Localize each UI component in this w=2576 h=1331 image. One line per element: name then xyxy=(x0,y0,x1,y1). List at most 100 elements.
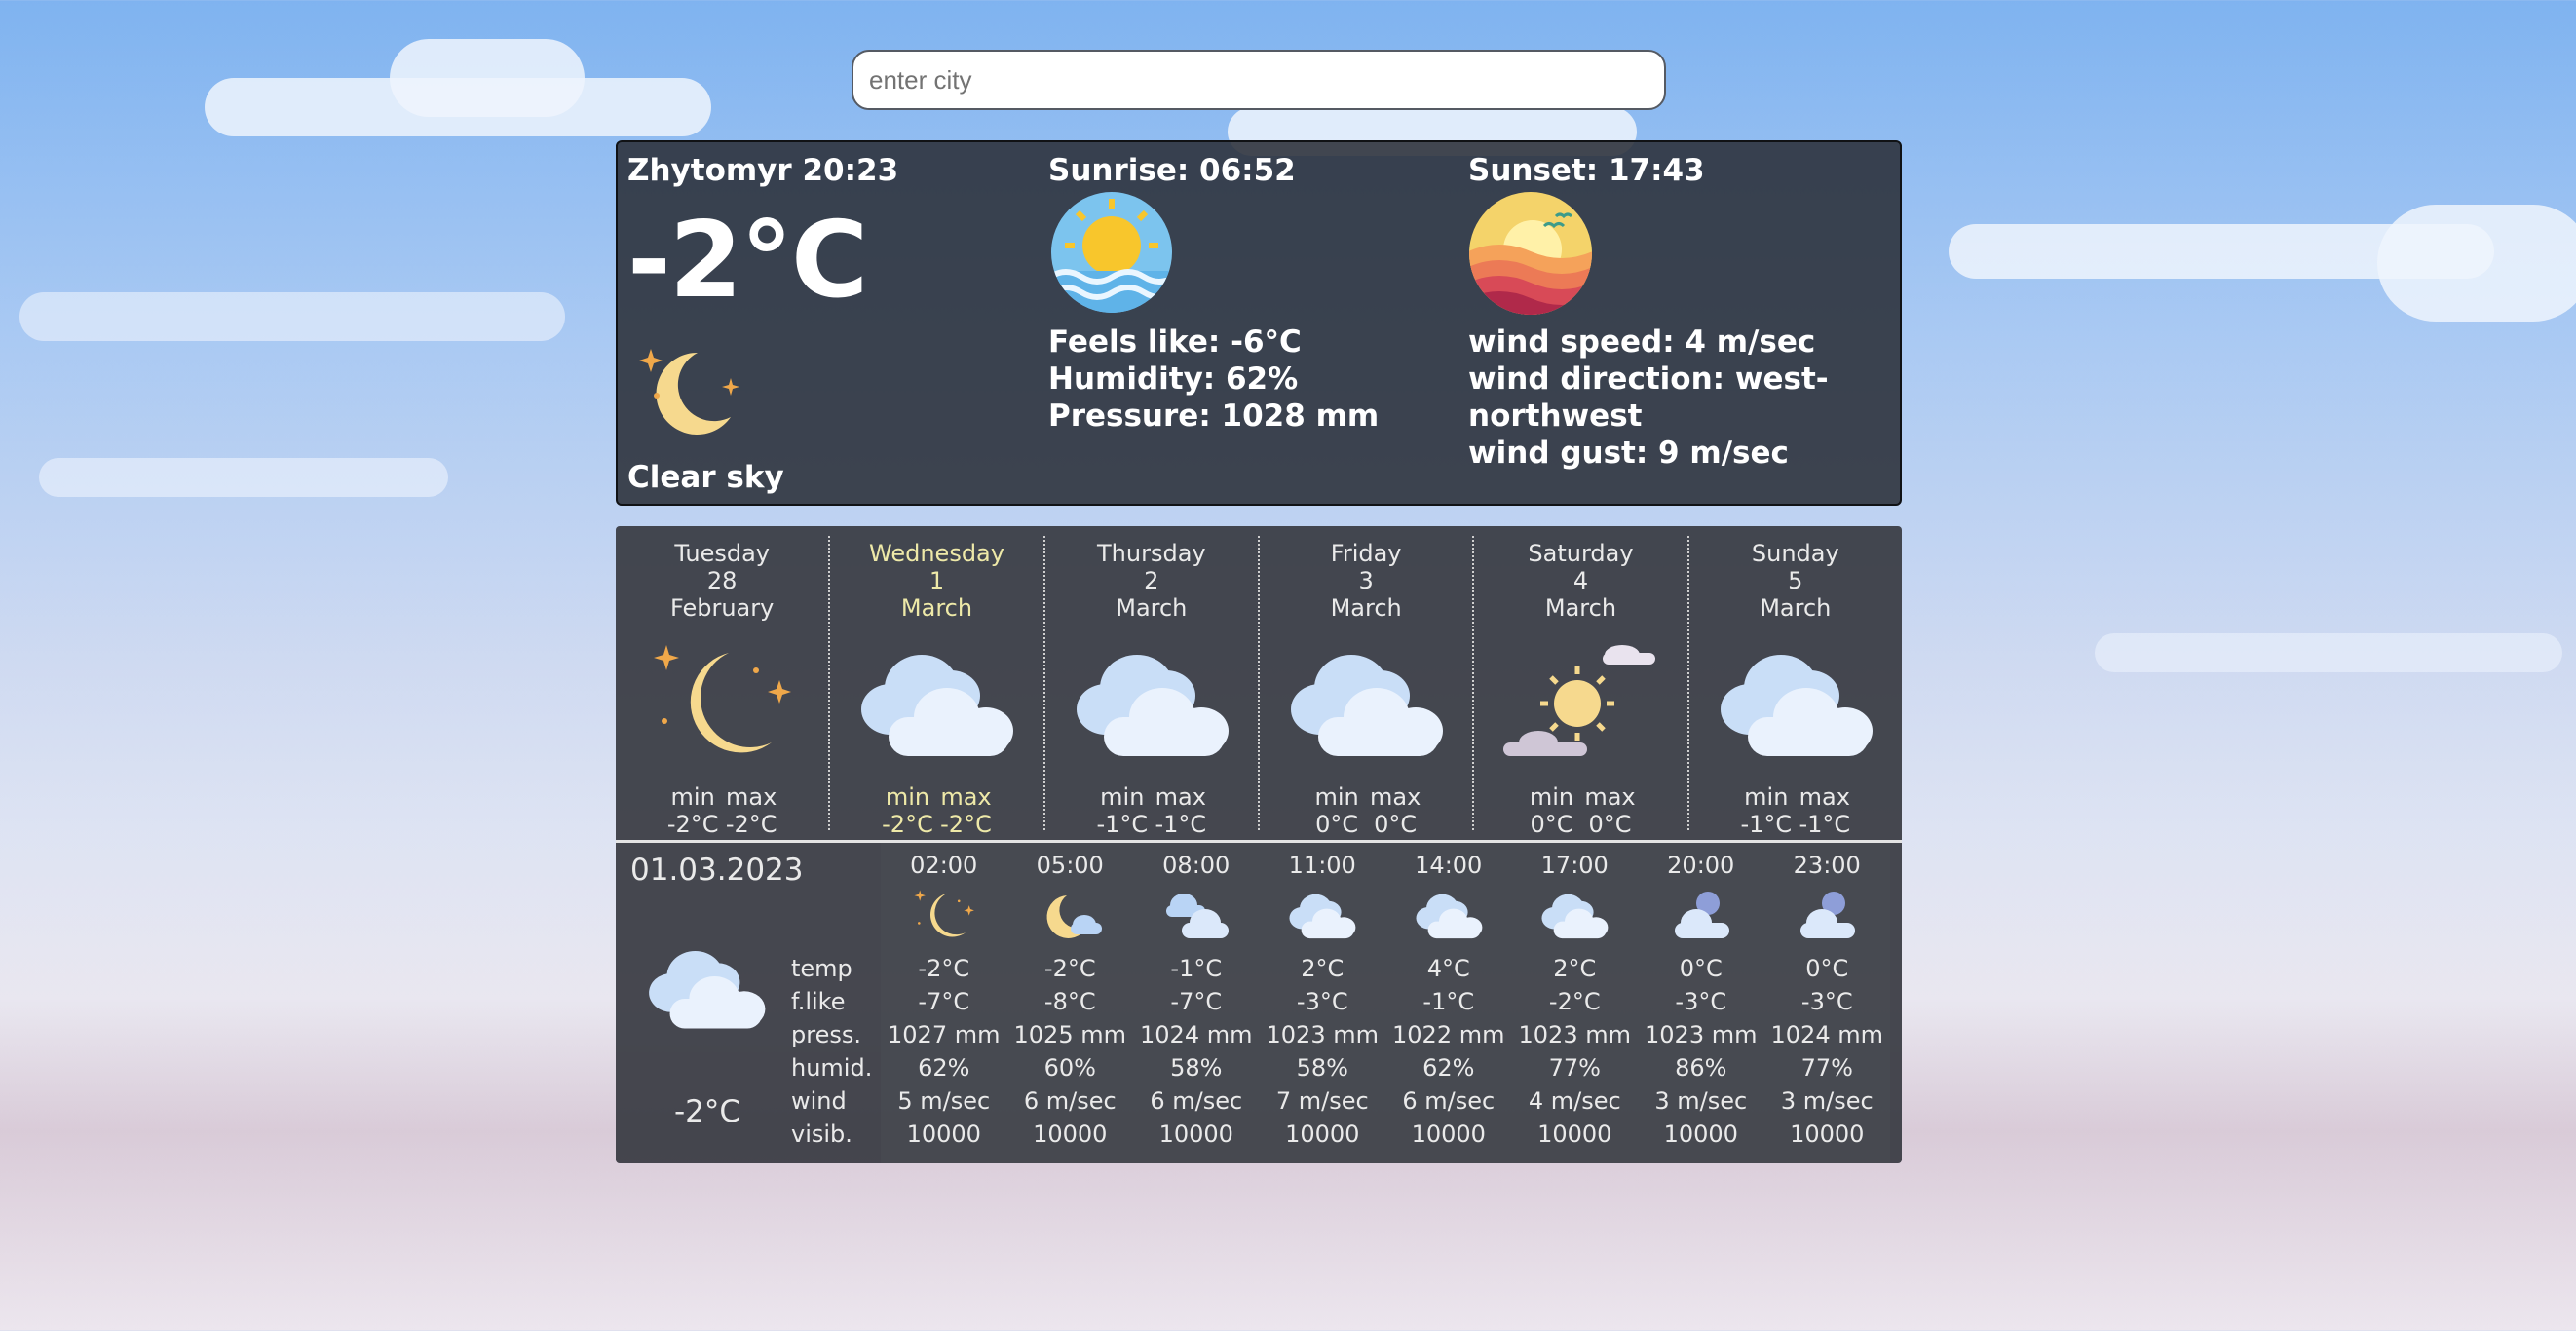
max-label: max xyxy=(1799,783,1850,811)
hour-humid: 62% xyxy=(1422,1054,1475,1082)
pressure: Pressure: 1028 mm xyxy=(1048,399,1380,434)
min-label: min xyxy=(1744,783,1789,811)
cloud-icon xyxy=(649,951,766,1029)
hour-press: 1022 mm xyxy=(1392,1021,1505,1048)
max-temp: 0°C xyxy=(1588,811,1632,838)
hour-flike: -8°C xyxy=(1043,988,1096,1015)
hour-temp: 2°C xyxy=(1553,955,1597,982)
hourly-temp: -2°C xyxy=(674,1094,741,1129)
hour-temp: -2°C xyxy=(918,955,970,982)
min-label: min xyxy=(1314,783,1359,811)
day-weekday: Wednesday xyxy=(869,540,1004,567)
day-month: March xyxy=(1760,594,1832,622)
hour-time: 05:00 xyxy=(1036,852,1104,879)
current-weather-panel: Zhytomyr 20:23 -2°C Clear sky Sunrise: 0… xyxy=(616,140,1902,506)
hour-humid: 77% xyxy=(1548,1054,1601,1082)
hour-visib: 10000 xyxy=(1411,1121,1486,1148)
hour-press: 1023 mm xyxy=(1518,1021,1631,1048)
hour-flike: -3°C xyxy=(1675,988,1727,1015)
hour-humid: 58% xyxy=(1296,1054,1348,1082)
day-day: 2 xyxy=(1144,567,1159,594)
max-temp: -2°C xyxy=(725,811,777,838)
hour-visib: 10000 xyxy=(1158,1121,1233,1148)
min-label: min xyxy=(1100,783,1145,811)
max-label: max xyxy=(1155,783,1206,811)
hour-humid: 60% xyxy=(1043,1054,1096,1082)
hour-visib: 10000 xyxy=(1663,1121,1738,1148)
hour-time: 20:00 xyxy=(1667,852,1735,879)
humidity: Humidity: 62% xyxy=(1048,361,1299,397)
day-card-sunday[interactable]: Sunday 5 March min max -1°C -1°C xyxy=(1689,536,1902,838)
sunrise-time: Sunrise: 06:52 xyxy=(1048,153,1296,188)
hour-time: 23:00 xyxy=(1793,852,1861,879)
day-month: March xyxy=(1330,594,1402,622)
weather-description: Clear sky xyxy=(627,460,784,495)
hour-press: 1024 mm xyxy=(1770,1021,1883,1048)
min-temp: 0°C xyxy=(1315,811,1359,838)
max-temp: 0°C xyxy=(1374,811,1418,838)
hour-temp: -1°C xyxy=(1170,955,1223,982)
hour-temp: 4°C xyxy=(1426,955,1470,982)
hourly-label: press. xyxy=(791,1021,861,1048)
max-label: max xyxy=(726,783,777,811)
hour-humid: 58% xyxy=(1170,1054,1223,1082)
min-label: min xyxy=(670,783,715,811)
hour-visib: 10000 xyxy=(1033,1121,1108,1148)
moon-stars-icon xyxy=(908,886,980,946)
max-label: max xyxy=(1584,783,1636,811)
hour-time: 17:00 xyxy=(1540,852,1609,879)
hour-column: 11:00 2°C -3°C 1023 mm 58% 7 m/sec 10000 xyxy=(1260,843,1386,1163)
cloud-icon xyxy=(1413,886,1485,946)
hour-flike: -1°C xyxy=(1422,988,1475,1015)
hour-column: 08:00 -1°C -7°C 1024 mm 58% 6 m/sec 10000 xyxy=(1133,843,1260,1163)
max-temp: -1°C xyxy=(1155,811,1207,838)
hour-wind: 7 m/sec xyxy=(1275,1087,1369,1115)
hour-wind: 4 m/sec xyxy=(1528,1087,1621,1115)
hour-wind: 5 m/sec xyxy=(897,1087,991,1115)
max-label: max xyxy=(1369,783,1421,811)
night-cloud-icon xyxy=(1791,886,1863,946)
day-month: March xyxy=(900,594,973,622)
city-search-input[interactable] xyxy=(852,50,1666,110)
current-temperature: -2°C xyxy=(627,200,868,322)
day-weekday: Sunday xyxy=(1751,540,1839,567)
hour-flike: -3°C xyxy=(1296,988,1348,1015)
max-temp: -2°C xyxy=(940,811,992,838)
clouds-icon xyxy=(1160,886,1232,946)
hour-press: 1027 mm xyxy=(888,1021,1001,1048)
max-temp: -1°C xyxy=(1799,811,1851,838)
hour-visib: 10000 xyxy=(1537,1121,1612,1148)
day-day: 5 xyxy=(1788,567,1803,594)
day-card-wednesday[interactable]: Wednesday 1 March min max -2°C -2°C xyxy=(830,536,1045,838)
hourly-date: 01.03.2023 xyxy=(630,853,804,888)
hour-time: 11:00 xyxy=(1288,852,1356,879)
day-card-saturday[interactable]: Saturday 4 March min max 0°C 0°C xyxy=(1474,536,1689,838)
hour-flike: -7°C xyxy=(918,988,970,1015)
hour-column: 23:00 0°C -3°C 1024 mm 77% 3 m/sec 10000 xyxy=(1764,843,1891,1163)
hourly-label: temp xyxy=(791,955,852,982)
hour-humid: 77% xyxy=(1800,1054,1853,1082)
sunset-time: Sunset: 17:43 xyxy=(1468,153,1705,188)
wind-speed: wind speed: 4 m/sec xyxy=(1468,324,1816,360)
hour-wind: 6 m/sec xyxy=(1023,1087,1117,1115)
sun-clouds-icon xyxy=(1497,641,1663,768)
hour-column: 02:00 -2°C -7°C 1027 mm 62% 5 m/sec 10000 xyxy=(881,843,1007,1163)
min-temp: -2°C xyxy=(882,811,933,838)
sunset-icon xyxy=(1469,192,1592,315)
hourly-label: f.like xyxy=(791,988,846,1015)
hour-humid: 62% xyxy=(918,1054,970,1082)
day-card-friday[interactable]: Friday 3 March min max 0°C 0°C xyxy=(1260,536,1475,838)
min-label: min xyxy=(885,783,930,811)
hour-temp: 0°C xyxy=(1805,955,1849,982)
hourly-label: visib. xyxy=(791,1121,852,1148)
hour-flike: -2°C xyxy=(1548,988,1601,1015)
day-month: March xyxy=(1116,594,1188,622)
day-weekday: Tuesday xyxy=(674,540,770,567)
day-card-thursday[interactable]: Thursday 2 March min max -1°C -1°C xyxy=(1045,536,1260,838)
day-month: March xyxy=(1544,594,1617,622)
wind-direction: wind direction: west- xyxy=(1468,361,1829,397)
day-weekday: Saturday xyxy=(1528,540,1634,567)
hour-wind: 6 m/sec xyxy=(1402,1087,1496,1115)
min-temp: -1°C xyxy=(1096,811,1149,838)
day-card-tuesday[interactable]: Tuesday 28 February min max -2°C -2°C xyxy=(616,536,831,838)
